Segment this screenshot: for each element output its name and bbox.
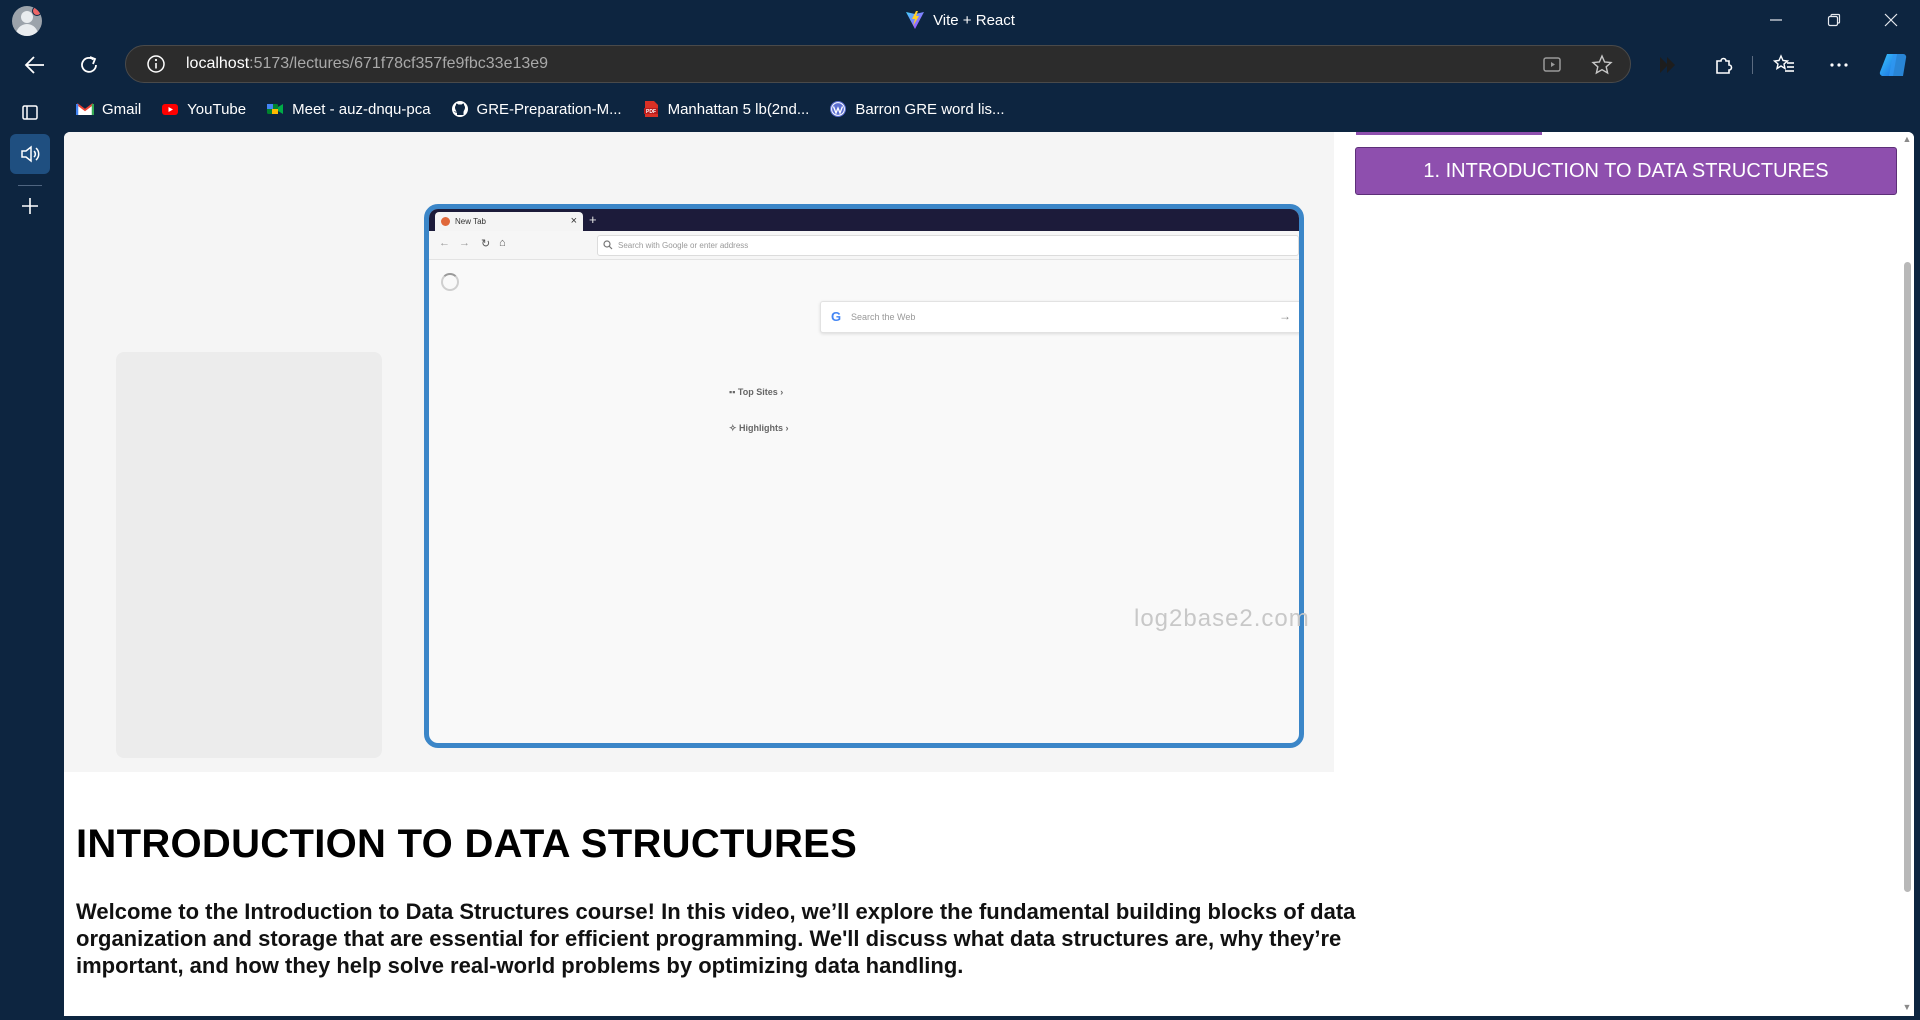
- url-host: localhost: [186, 55, 250, 72]
- video-watermark: log2base2.com: [1134, 605, 1310, 632]
- grid-icon: ▪▪: [729, 387, 738, 397]
- video-search-placeholder: Search the Web: [851, 312, 916, 322]
- address-bar[interactable]: localhost:5173/lectures/671f78cf357fe9fb…: [125, 45, 1631, 83]
- video-plus-icon: +: [589, 212, 597, 227]
- video-address-placeholder: Search with Google or enter address: [618, 241, 749, 250]
- toolbar-divider: [1752, 56, 1753, 74]
- lecture-description: Welcome to the Introduction to Data Stru…: [76, 899, 1356, 978]
- copilot-button[interactable]: [1874, 46, 1912, 84]
- video-search-arrow-icon: →: [1279, 309, 1291, 323]
- puzzle-icon: [1716, 57, 1733, 74]
- video-back-icon: ←: [439, 237, 450, 249]
- bookmark-label: Barron GRE word lis...: [855, 100, 1005, 118]
- previous-lecture-button-edge[interactable]: [1356, 132, 1542, 135]
- new-tab-button[interactable]: [10, 186, 50, 226]
- youtube-icon: [162, 104, 179, 115]
- more-menu-button[interactable]: [1820, 46, 1858, 84]
- video-new-tab: New Tab ×: [435, 212, 583, 231]
- url-text[interactable]: localhost:5173/lectures/671f78cf357fe9fb…: [186, 55, 548, 73]
- speaker-icon: [21, 145, 40, 163]
- scrollbar-thumb[interactable]: [1904, 262, 1911, 892]
- refresh-icon: [81, 56, 97, 73]
- bookmarks-bar: Gmail YouTube Meet - auz-dnqu-pca GRE-Pr…: [76, 96, 1025, 122]
- video-chevron-icon: ›: [783, 423, 789, 433]
- back-button[interactable]: [16, 46, 54, 84]
- vite-logo-icon: [906, 11, 925, 29]
- window-title-text: Vite + React: [933, 11, 1015, 29]
- bookmark-meet[interactable]: Meet - auz-dnqu-pca: [266, 100, 431, 118]
- close-button[interactable]: [1862, 0, 1920, 40]
- blurred-placeholder: [116, 352, 382, 758]
- close-icon: [1884, 13, 1898, 27]
- tabs-icon: [22, 105, 38, 120]
- app-available-icon[interactable]: [1542, 54, 1564, 76]
- favorites-button[interactable]: [1765, 46, 1803, 84]
- video-top-sites: ▪▪ Top Sites ›: [729, 387, 783, 397]
- google-icon: G: [831, 309, 842, 324]
- lecture-title: INTRODUCTION TO DATA STRUCTURES: [76, 822, 858, 866]
- bookmark-label: Manhattan 5 lb(2nd...: [667, 100, 810, 118]
- video-reload-icon: ↻: [481, 238, 491, 250]
- github-icon: [451, 101, 468, 117]
- bookmark-github[interactable]: GRE-Preparation-M...: [451, 100, 622, 118]
- restore-button[interactable]: [1805, 0, 1863, 40]
- copilot-icon: [1879, 53, 1907, 77]
- forward-extension-button[interactable]: [1649, 46, 1687, 84]
- plus-icon: [22, 198, 38, 214]
- video-tab-label: New Tab: [455, 217, 486, 226]
- video-home-icon: ⌂: [499, 237, 506, 249]
- restore-icon: [1827, 13, 1841, 27]
- bookmark-barron[interactable]: Barron GRE word lis...: [829, 100, 1005, 118]
- video-highlights: ✧ Highlights ›: [729, 423, 789, 434]
- video-chevron-icon: ›: [777, 387, 784, 397]
- video-nav-bar: ← → ↻ ⌂ Search with Google or enter addr…: [429, 231, 1299, 260]
- page-viewport: New Tab × + ← → ↻ ⌂ Search with Google o…: [64, 132, 1914, 1016]
- bookmark-gmail[interactable]: Gmail: [76, 100, 141, 118]
- video-player[interactable]: New Tab × + ← → ↻ ⌂ Search with Google o…: [64, 132, 1334, 772]
- back-arrow-icon: [24, 56, 44, 74]
- sparkle-icon: ✧: [729, 423, 740, 433]
- window-title: Vite + React: [0, 0, 1920, 40]
- lecture-list-item-1[interactable]: 1. INTRODUCTION TO DATA STRUCTURES: [1355, 147, 1897, 195]
- page-scrollbar[interactable]: ▲ ▼: [1900, 132, 1914, 1016]
- extensions-button[interactable]: [1705, 46, 1743, 84]
- bookmark-manhattan-pdf[interactable]: PDF Manhattan 5 lb(2nd...: [642, 100, 810, 118]
- video-search-icon: [603, 240, 613, 250]
- url-path: :5173/lectures/671f78cf357fe9fbc33e13e9: [249, 55, 549, 72]
- refresh-button[interactable]: [70, 46, 108, 84]
- navigation-bar: localhost:5173/lectures/671f78cf357fe9fb…: [0, 44, 1920, 86]
- video-search-box: G Search the Web →: [820, 301, 1299, 333]
- title-bar: Vite + React: [0, 0, 1920, 40]
- meet-icon: [267, 104, 284, 114]
- video-top-sites-label: Top Sites: [737, 387, 778, 397]
- bookmark-youtube[interactable]: YouTube: [161, 100, 246, 118]
- tab-actions-button[interactable]: [10, 92, 50, 132]
- video-forward-icon: →: [459, 237, 470, 249]
- scroll-up-icon[interactable]: ▲: [1902, 134, 1912, 144]
- bookmark-label: YouTube: [187, 100, 247, 118]
- favorites-list-icon: [1773, 54, 1794, 72]
- video-tab-bar: New Tab × +: [429, 209, 1299, 231]
- video-tab-close-icon: ×: [570, 215, 577, 227]
- site-info-icon[interactable]: [146, 54, 166, 74]
- pdf-icon: PDF: [643, 101, 658, 117]
- bookmark-label: Meet - auz-dnqu-pca: [292, 100, 431, 118]
- wordpress-icon: [830, 101, 847, 117]
- video-frame-browser-mockup: New Tab × + ← → ↻ ⌂ Search with Google o…: [424, 204, 1304, 748]
- svg-text:PDF: PDF: [646, 109, 656, 115]
- video-loading-icon: [441, 273, 459, 291]
- gmail-icon: [76, 103, 94, 115]
- minimize-button[interactable]: [1747, 0, 1805, 40]
- minimize-icon: [1770, 19, 1782, 21]
- double-chevron-icon: [1660, 57, 1675, 73]
- audio-tab-button[interactable]: [10, 134, 50, 174]
- more-dots-icon: [1830, 63, 1848, 67]
- favorite-star-icon[interactable]: [1591, 54, 1613, 76]
- video-address-bar: Search with Google or enter address: [597, 235, 1299, 256]
- scroll-down-icon[interactable]: ▼: [1902, 1002, 1912, 1012]
- firefox-icon: [441, 217, 450, 226]
- bookmark-label: GRE-Preparation-M...: [476, 100, 622, 118]
- video-highlights-label: Highlights: [739, 423, 784, 433]
- bookmark-label: Gmail: [102, 100, 142, 118]
